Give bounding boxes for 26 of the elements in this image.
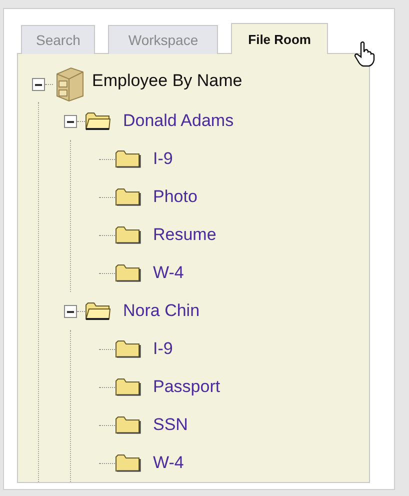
tree-item[interactable]: Donald Adams — [123, 111, 234, 131]
collapse-toggle[interactable] — [64, 304, 77, 318]
tree-item[interactable]: I-9 — [153, 149, 173, 169]
tree-item[interactable]: W-4 — [153, 453, 184, 473]
open-folder-icon — [85, 301, 111, 321]
folder-icon — [115, 339, 141, 359]
folder-icon — [115, 263, 141, 283]
hand-cursor-icon — [354, 41, 376, 67]
tree-item[interactable]: W-4 — [153, 263, 184, 283]
tree-item[interactable]: SSN — [153, 415, 188, 435]
folder-icon — [115, 415, 141, 435]
collapse-toggle[interactable] — [32, 78, 45, 90]
folder-icon — [115, 453, 141, 473]
folder-icon — [115, 225, 141, 245]
tab[interactable]: File Room — [231, 23, 328, 54]
tree-item[interactable]: Resume — [153, 225, 216, 245]
open-folder-icon — [85, 111, 111, 131]
collapse-toggle[interactable] — [64, 114, 77, 128]
tree-item[interactable]: Nora Chin — [123, 301, 200, 321]
tree-item[interactable]: Passport — [153, 377, 220, 397]
folder-icon — [115, 149, 141, 169]
tree-item[interactable]: I-9 — [153, 339, 173, 359]
tree-item[interactable]: Employee By Name — [92, 71, 242, 91]
folder-icon — [115, 187, 141, 207]
tree-item[interactable]: Photo — [153, 187, 198, 207]
folder-icon — [115, 377, 141, 397]
